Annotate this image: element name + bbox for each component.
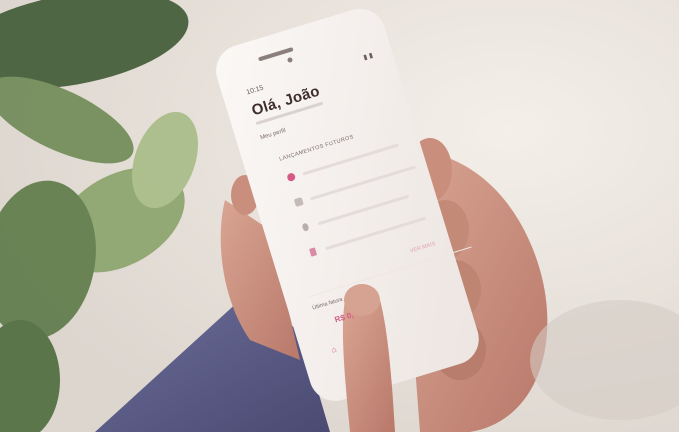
- phone-icon: [301, 222, 310, 232]
- list-item[interactable]: [293, 155, 441, 210]
- home-icon[interactable]: ⌂: [330, 345, 337, 355]
- list-item[interactable]: [286, 130, 433, 185]
- list-item[interactable]: [301, 179, 448, 234]
- list-item[interactable]: [309, 204, 456, 259]
- pink-dot-icon: [286, 172, 297, 183]
- last-invoice-label: Última fatura: [311, 296, 344, 312]
- profile-link[interactable]: Meu perfil: [260, 128, 287, 141]
- photo-scene: 10:15 ▮ ▮ Olá, João Meu perfil LANÇAMENT…: [0, 0, 679, 432]
- status-icons: ▮ ▮: [362, 52, 374, 62]
- document-icon: [309, 247, 318, 257]
- divider: [308, 246, 472, 298]
- card-icon: [293, 197, 304, 208]
- invoice-amount[interactable]: R$ 0,: [334, 310, 355, 324]
- see-more-link[interactable]: VER MAIS: [409, 241, 436, 254]
